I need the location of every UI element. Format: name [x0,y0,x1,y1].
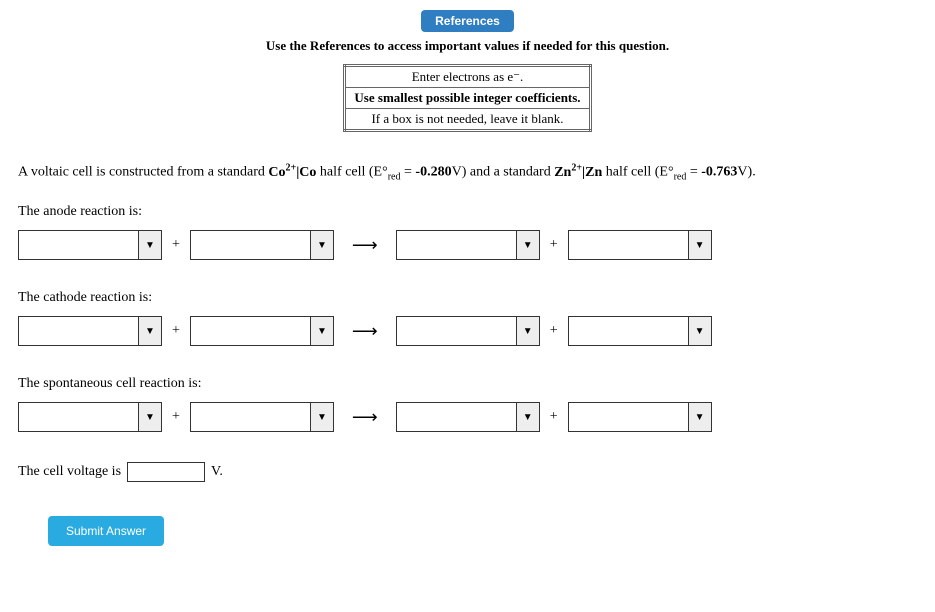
anode-reactant2-dropdown[interactable]: ▼ [311,231,333,259]
chevron-down-icon: ▼ [523,240,533,251]
spont-product2-input[interactable] [569,403,689,431]
spont-reactant1-group: ▼ [18,402,162,432]
spont-product1-group: ▼ [396,402,540,432]
submit-answer-button[interactable]: Submit Answer [48,516,164,546]
chevron-down-icon: ▼ [145,412,155,423]
anode-reactant1-input[interactable] [19,231,139,259]
cathode-reactant2-group: ▼ [190,316,334,346]
arrow-symbol: ⟶ [352,407,378,428]
chevron-down-icon: ▼ [523,326,533,337]
cathode-product2-dropdown[interactable]: ▼ [689,317,711,345]
instruction-row-3: If a box is not needed, leave it blank. [345,109,590,131]
cathode-label: The cathode reaction is: [18,290,917,306]
voltage-prefix: The cell voltage is [18,464,121,480]
spont-product1-dropdown[interactable]: ▼ [517,403,539,431]
plus-symbol: + [550,237,558,253]
chevron-down-icon: ▼ [317,326,327,337]
chevron-down-icon: ▼ [695,326,705,337]
anode-reaction-row: ▼ + ▼ ⟶ ▼ + ▼ [18,230,917,260]
chevron-down-icon: ▼ [317,240,327,251]
anode-product2-input[interactable] [569,231,689,259]
plus-symbol: + [550,323,558,339]
anode-product2-dropdown[interactable]: ▼ [689,231,711,259]
anode-product1-dropdown[interactable]: ▼ [517,231,539,259]
cathode-product1-input[interactable] [397,317,517,345]
anode-label: The anode reaction is: [18,204,917,220]
voltage-input[interactable] [127,462,205,482]
plus-symbol: + [550,409,558,425]
anode-product1-input[interactable] [397,231,517,259]
chevron-down-icon: ▼ [523,412,533,423]
cathode-reaction-row: ▼ + ▼ ⟶ ▼ + ▼ [18,316,917,346]
subtitle-text: Use the References to access important v… [18,38,917,54]
instructions-table: Enter electrons as e⁻. Use smallest poss… [343,64,591,132]
spontaneous-reaction-row: ▼ + ▼ ⟶ ▼ + ▼ [18,402,917,432]
cathode-product1-dropdown[interactable]: ▼ [517,317,539,345]
anode-reactant1-dropdown[interactable]: ▼ [139,231,161,259]
cathode-reactant1-dropdown[interactable]: ▼ [139,317,161,345]
arrow-symbol: ⟶ [352,321,378,342]
spont-reactant2-group: ▼ [190,402,334,432]
cathode-reactant2-dropdown[interactable]: ▼ [311,317,333,345]
spont-product2-dropdown[interactable]: ▼ [689,403,711,431]
references-button[interactable]: References [421,10,514,32]
cathode-reactant1-group: ▼ [18,316,162,346]
cathode-reactant2-input[interactable] [191,317,311,345]
cathode-product2-input[interactable] [569,317,689,345]
voltage-unit: V. [211,464,223,480]
plus-symbol: + [172,409,180,425]
spont-reactant2-input[interactable] [191,403,311,431]
spontaneous-label: The spontaneous cell reaction is: [18,376,917,392]
spont-reactant1-dropdown[interactable]: ▼ [139,403,161,431]
spont-product1-input[interactable] [397,403,517,431]
voltage-block: The cell voltage is V. [18,462,917,482]
plus-symbol: + [172,323,180,339]
anode-reactant2-input[interactable] [191,231,311,259]
anode-reactant1-group: ▼ [18,230,162,260]
chevron-down-icon: ▼ [317,412,327,423]
plus-symbol: + [172,237,180,253]
arrow-symbol: ⟶ [352,235,378,256]
anode-product1-group: ▼ [396,230,540,260]
chevron-down-icon: ▼ [695,240,705,251]
chevron-down-icon: ▼ [145,326,155,337]
chevron-down-icon: ▼ [145,240,155,251]
chevron-down-icon: ▼ [695,412,705,423]
cathode-reactant1-input[interactable] [19,317,139,345]
question-text: A voltaic cell is constructed from a sta… [18,162,917,182]
instruction-row-1: Enter electrons as e⁻. [345,66,590,88]
cathode-product1-group: ▼ [396,316,540,346]
spont-reactant2-dropdown[interactable]: ▼ [311,403,333,431]
cathode-product2-group: ▼ [568,316,712,346]
instruction-row-2: Use smallest possible integer coefficien… [345,88,590,109]
anode-product2-group: ▼ [568,230,712,260]
anode-reactant2-group: ▼ [190,230,334,260]
spont-product2-group: ▼ [568,402,712,432]
spont-reactant1-input[interactable] [19,403,139,431]
